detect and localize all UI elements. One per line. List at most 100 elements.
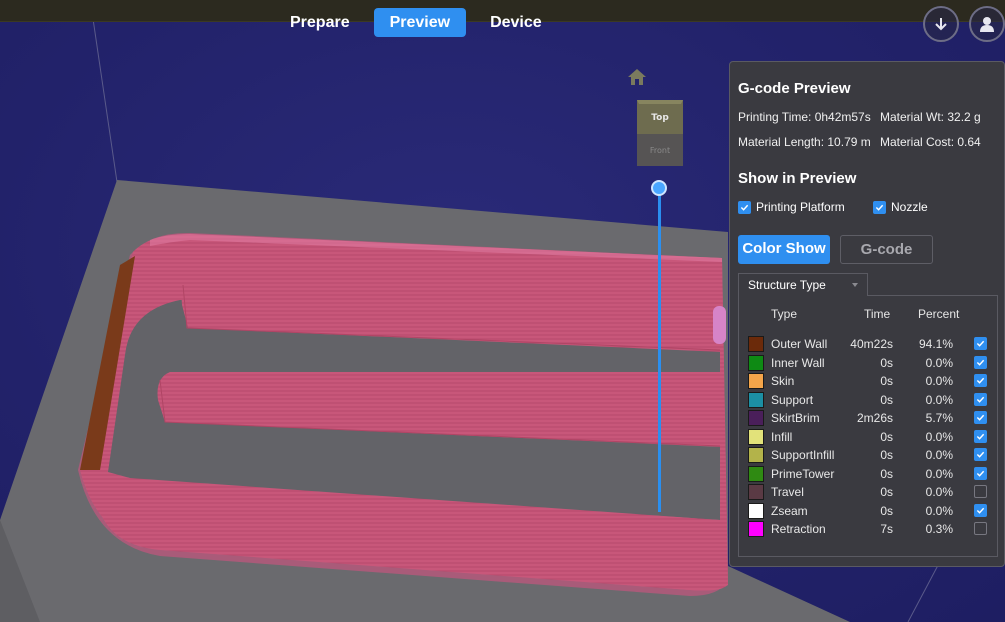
viewcube-front-label: Front xyxy=(650,146,670,155)
row-type: Outer Wall xyxy=(771,337,828,351)
check-icon xyxy=(976,414,985,421)
check-icon xyxy=(875,204,884,211)
row-type: Retraction xyxy=(771,522,826,536)
row-visibility-checkbox[interactable] xyxy=(974,503,987,517)
row-type: Infill xyxy=(771,429,793,444)
row-percent: 0.0% xyxy=(925,429,953,444)
mode-tabs: Prepare Preview Device xyxy=(274,8,558,37)
structure-type-dropdown[interactable]: Structure Type xyxy=(738,273,868,296)
row-percent: 0.0% xyxy=(925,355,953,370)
view-cube[interactable]: Top Front xyxy=(635,98,685,166)
row-type: SupportInfill xyxy=(771,448,835,462)
row-time: 0s xyxy=(880,355,893,370)
col-type-header: Type xyxy=(771,307,798,321)
row-visibility-checkbox[interactable] xyxy=(974,374,987,387)
nozzle-label: Nozzle xyxy=(891,200,928,214)
row-visibility-checkbox[interactable] xyxy=(974,485,987,498)
check-icon xyxy=(976,359,985,366)
account-button[interactable] xyxy=(969,6,1005,42)
row-time: 2m26s xyxy=(856,411,893,425)
row-type: Travel xyxy=(771,485,804,499)
col-percent-header: Percent xyxy=(918,307,960,321)
printing-platform-toggle[interactable]: Printing Platform xyxy=(738,200,845,214)
color-swatch xyxy=(748,502,764,519)
printing-platform-checkbox[interactable] xyxy=(738,200,751,214)
check-icon xyxy=(976,451,985,458)
row-visibility-checkbox[interactable] xyxy=(974,522,987,535)
row-percent: 0.0% xyxy=(925,503,953,518)
row-percent: 5.7% xyxy=(925,411,953,425)
check-icon xyxy=(976,340,985,347)
row-time: 0s xyxy=(880,392,893,407)
chevron-down-icon xyxy=(852,283,858,287)
row-visibility-checkbox[interactable] xyxy=(974,355,987,369)
structure-type-label: Structure Type xyxy=(748,278,826,292)
color-swatch xyxy=(748,484,764,500)
tab-device[interactable]: Device xyxy=(474,8,558,37)
table-row: Skin 0s 0.0% xyxy=(739,372,997,391)
check-icon xyxy=(740,204,749,211)
structure-table: Type Time Percent Outer Wall 40m22s 94.1% I… xyxy=(738,295,998,557)
row-visibility-checkbox[interactable] xyxy=(974,411,987,424)
row-type: Zseam xyxy=(771,503,808,518)
table-row: Inner Wall 0s 0.0% xyxy=(739,354,997,373)
row-visibility-checkbox[interactable] xyxy=(974,466,987,480)
color-swatch xyxy=(748,410,764,426)
row-type: Inner Wall xyxy=(771,355,825,370)
row-visibility-checkbox[interactable] xyxy=(974,448,987,461)
table-row: Travel 0s 0.0% xyxy=(739,483,997,502)
table-row: PrimeTower 0s 0.0% xyxy=(739,465,997,484)
home-view-icon[interactable] xyxy=(627,68,647,86)
nozzle-checkbox[interactable] xyxy=(873,200,886,214)
show-in-preview-title: Show in Preview xyxy=(738,170,857,187)
check-icon xyxy=(976,470,985,477)
row-type: SkirtBrim xyxy=(771,411,820,425)
row-time: 0s xyxy=(880,485,893,499)
nozzle-toggle[interactable]: Nozzle xyxy=(873,200,928,214)
row-visibility-checkbox[interactable] xyxy=(974,392,987,406)
row-percent: 0.0% xyxy=(925,374,953,388)
row-visibility-checkbox[interactable] xyxy=(974,337,987,350)
structure-rows: Outer Wall 40m22s 94.1% Inner Wall 0s 0.0% Ski… xyxy=(739,335,997,539)
row-time: 40m22s xyxy=(850,337,893,351)
row-percent: 0.0% xyxy=(925,448,953,462)
gcode-button[interactable]: G-code xyxy=(840,235,933,264)
color-swatch xyxy=(748,465,764,482)
layer-slider-track[interactable] xyxy=(658,190,661,512)
row-type: Skin xyxy=(771,374,795,388)
color-show-button[interactable]: Color Show xyxy=(738,235,830,264)
user-icon xyxy=(980,17,994,32)
color-swatch xyxy=(748,354,764,371)
row-time: 0s xyxy=(880,466,893,481)
row-type: Support xyxy=(771,392,814,407)
table-row: Outer Wall 40m22s 94.1% xyxy=(739,335,997,354)
color-swatch xyxy=(748,336,764,352)
material-length: Material Length: 10.79 m xyxy=(738,135,871,149)
layer-slider-handle[interactable] xyxy=(651,180,667,196)
row-percent: 94.1% xyxy=(918,337,953,351)
tab-prepare[interactable]: Prepare xyxy=(274,8,366,37)
color-swatch xyxy=(748,521,764,537)
row-percent: 0.0% xyxy=(925,392,953,407)
table-row: Retraction 7s 0.3% xyxy=(739,520,997,539)
row-visibility-checkbox[interactable] xyxy=(974,429,987,443)
table-row: Support 0s 0.0% xyxy=(739,391,997,410)
panel-title: G-code Preview xyxy=(738,80,851,97)
material-weight: Material Wt: 32.2 g xyxy=(880,110,981,124)
tab-preview[interactable]: Preview xyxy=(373,8,467,37)
row-time: 0s xyxy=(880,429,893,444)
table-row: Zseam 0s 0.0% xyxy=(739,502,997,521)
gcode-preview-panel: G-code Preview Printing Time: 0h42m57s M… xyxy=(729,61,1005,567)
color-swatch xyxy=(748,428,764,445)
check-icon xyxy=(976,396,985,403)
row-time: 0s xyxy=(880,374,893,388)
printing-time: Printing Time: 0h42m57s xyxy=(738,110,871,124)
row-time: 0s xyxy=(880,448,893,462)
check-icon xyxy=(976,377,985,384)
color-swatch xyxy=(748,447,764,463)
download-button[interactable] xyxy=(923,6,959,42)
row-time: 0s xyxy=(880,503,893,518)
table-row: SupportInfill 0s 0.0% xyxy=(739,446,997,465)
row-percent: 0.0% xyxy=(925,466,953,481)
row-type: PrimeTower xyxy=(771,466,835,481)
